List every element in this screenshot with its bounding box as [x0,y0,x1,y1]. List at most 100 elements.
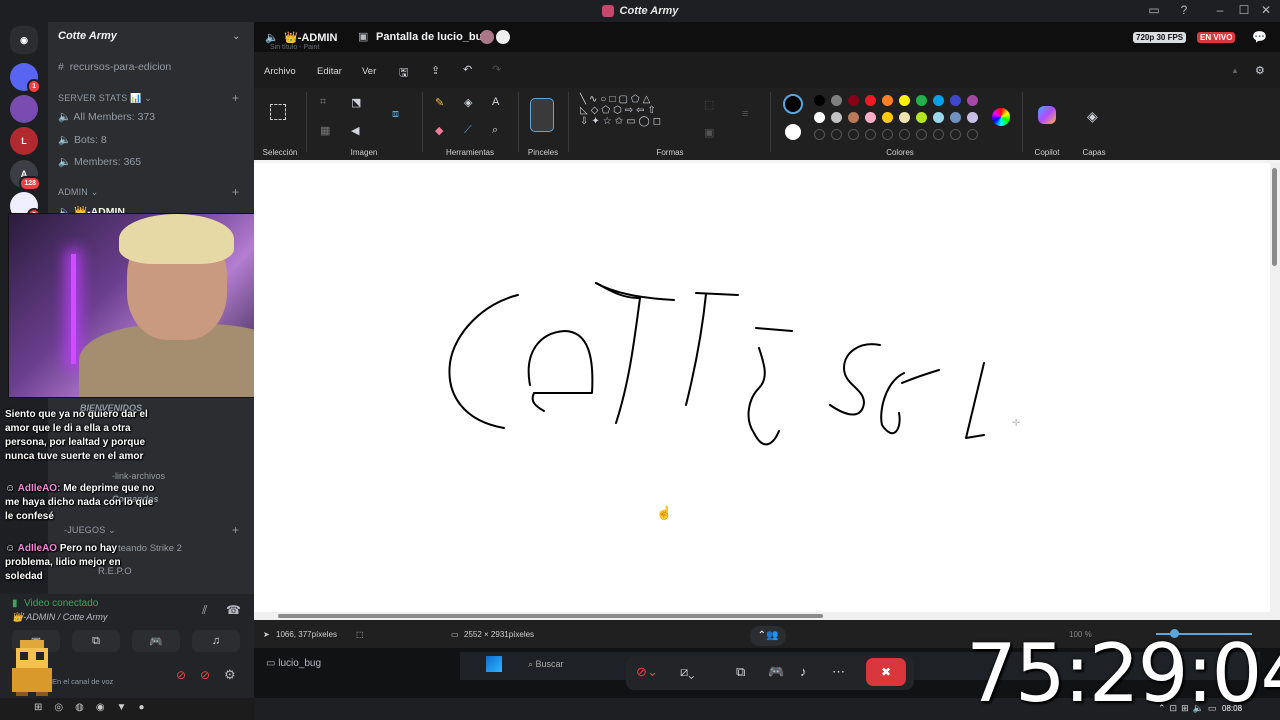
server-name-header[interactable]: Cotte Army [58,30,248,46]
minimize-button[interactable]: – [1212,3,1228,17]
palette-swatch-empty[interactable] [967,129,978,140]
share-icon[interactable]: ⇪ [431,64,440,77]
activities-icon[interactable]: 🎮 [768,664,784,680]
palette-swatch[interactable] [950,112,961,123]
end-call-button[interactable]: ✖ [866,658,906,686]
mute-icon[interactable]: ⊘ [176,668,186,682]
add-channel-icon[interactable]: + [232,523,239,537]
horizontal-scroll-thumb[interactable] [278,614,823,618]
fill-shape-icon[interactable]: ▣ [704,126,714,139]
deafen-icon[interactable]: ⊘ [200,668,210,682]
palette-swatch-empty[interactable] [916,129,927,140]
inbox-icon[interactable]: ▭ [1146,3,1162,17]
palette-swatch[interactable] [814,95,825,106]
palette-swatch[interactable] [950,95,961,106]
channel-all-members[interactable]: 🔈 All Members: 373 [58,110,155,123]
palette-swatch-empty[interactable] [865,129,876,140]
brush-icon[interactable] [530,98,554,132]
size-icon[interactable]: ≡ [742,108,748,120]
settings-gear-icon[interactable]: ⚙ [224,667,236,683]
palette-swatch-empty[interactable] [933,129,944,140]
palette-swatch[interactable] [899,95,910,106]
undo-icon[interactable]: ↶ [463,63,472,76]
zoom-icon[interactable]: ⌕ [492,124,498,137]
chat-bubble-icon[interactable]: 💬 [1252,30,1267,44]
palette-swatch[interactable] [933,95,944,106]
channel-members[interactable]: 🔈 Members: 365 [58,155,141,168]
palette-swatch[interactable] [933,112,944,123]
copilot-icon[interactable] [1038,106,1056,124]
redo-icon[interactable]: ↷ [492,63,501,76]
palette-swatch-empty[interactable] [899,129,910,140]
category-server-stats[interactable]: SERVER STATS 📊 ⌄ [58,93,152,104]
stream-channel[interactable]: 👑-ADMIN [284,31,337,44]
menu-archivo[interactable]: Archivo [264,66,296,77]
pencil-icon[interactable]: ✎ [435,96,444,109]
camera-toggle-icon[interactable]: ⧄⌄ [680,664,694,680]
discord-home-icon[interactable]: ◉ [10,26,38,54]
profile-icon[interactable]: ▲ [1231,66,1239,75]
palette-swatch[interactable] [865,95,876,106]
palette-swatch[interactable] [916,112,927,123]
tray-icons[interactable]: ⌃⊡⊞🔈▭ [1158,703,1220,714]
server-icon-cotte[interactable] [10,95,38,123]
screen-share-button[interactable]: ⧉ [72,630,120,652]
user-avatar[interactable] [8,640,56,696]
chevron-down-icon[interactable]: ⌄ [232,31,240,42]
palette-swatch[interactable] [814,112,825,123]
server-icon-lucio[interactable]: L [10,127,38,155]
voice-channel-name[interactable]: 👑-ADMIN / Cotte Army [12,612,107,623]
soundboard-icon[interactable]: ♪ [800,664,807,679]
palette-swatch[interactable] [865,112,876,123]
mic-muted-icon[interactable]: ⊘⌄ [636,664,658,680]
channel-bots[interactable]: 🔈 Bots: 8 [58,133,107,146]
palette-swatch[interactable] [848,95,859,106]
vertical-scroll-thumb[interactable] [1272,168,1277,266]
color-picker-icon[interactable]: ⟋ [464,124,472,137]
server-icon-1[interactable]: 1 [10,63,41,94]
add-channel-icon[interactable]: + [232,91,239,105]
edit-colors-icon[interactable] [992,108,1010,126]
select-icon[interactable] [270,104,286,120]
outline-icon[interactable]: ⬚ [704,98,714,111]
disconnect-icon[interactable]: ☎ [226,603,241,617]
rotate-icon[interactable]: ◀ [351,124,359,137]
palette-swatch[interactable] [831,95,842,106]
image-select-icon[interactable]: ⧈ [392,108,399,121]
crop-icon[interactable]: ⌗ [320,96,326,109]
screen-share-icon[interactable]: ⧉ [736,664,745,680]
eraser-icon[interactable]: ◆ [435,124,443,137]
palette-swatch-empty[interactable] [848,129,859,140]
shapes-gallery[interactable]: ╲∿○□▢⬠△ ◺◇⬠⬡⇨⇦⇧ ⇩✦☆✩▭◯◻ [580,94,690,127]
palette-swatch-empty[interactable] [814,129,825,140]
palette-swatch[interactable] [848,112,859,123]
help-icon[interactable]: ? [1176,3,1192,17]
palette-swatch[interactable] [899,112,910,123]
menu-editar[interactable]: Editar [317,66,342,77]
activities-button[interactable]: 🎮 [132,630,180,652]
fill-icon[interactable]: ◈ [464,96,472,109]
text-icon[interactable]: A [492,96,499,108]
color-1-swatch[interactable] [783,94,803,114]
settings-gear-icon[interactable]: ⚙ [1255,64,1265,77]
image-icon[interactable]: ▦ [320,124,330,137]
palette-swatch-empty[interactable] [950,129,961,140]
palette-swatch[interactable] [916,95,927,106]
server-icon-2[interactable]: A 128 [10,160,41,191]
palette-swatch-empty[interactable] [831,129,842,140]
drawing-canvas[interactable] [254,163,1270,612]
close-button[interactable]: ✕ [1258,3,1274,17]
palette-swatch[interactable] [882,112,893,123]
layers-icon[interactable]: ◈ [1087,108,1098,125]
palette-swatch[interactable] [967,112,978,123]
category-juegos[interactable]: -JUEGOS ⌄ [64,525,116,536]
maximize-button[interactable]: ☐ [1236,3,1252,17]
save-icon[interactable]: 🖫 [399,64,408,83]
more-options-icon[interactable]: ⋯ [832,664,845,680]
resize-icon[interactable]: ⬔ [351,96,361,109]
taskbar-app-icons[interactable]: ⊞◎◍◉▼● [34,702,157,713]
channel-recursos[interactable]: # recursos-para-edicion [58,61,171,73]
palette-swatch-empty[interactable] [882,129,893,140]
channel-link-archivos[interactable]: -link-archivos [112,471,165,481]
noise-suppression-icon[interactable]: ⫽ [202,603,207,618]
